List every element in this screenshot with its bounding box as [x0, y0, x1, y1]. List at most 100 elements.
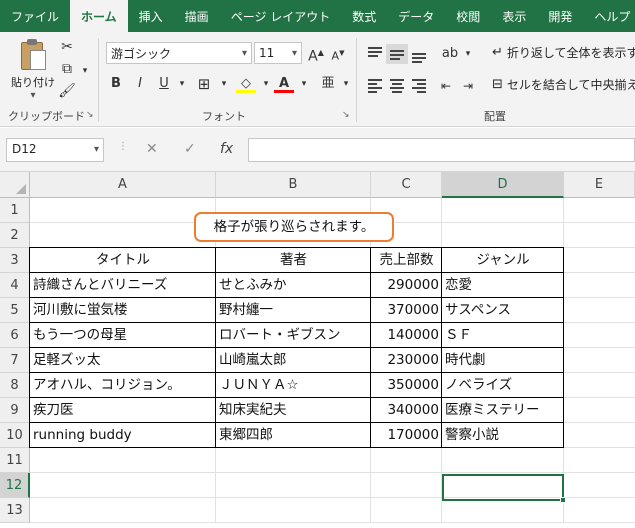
italic-button[interactable]: I [130, 74, 150, 94]
row-header-9[interactable]: 9 [0, 398, 30, 423]
tab-data[interactable]: データ [387, 0, 445, 32]
fill-color-icon[interactable]: ◇ [236, 74, 256, 93]
column-header-b[interactable]: B [216, 172, 371, 198]
tab-file[interactable]: ファイル [0, 0, 70, 32]
tab-view[interactable]: 表示 [491, 0, 537, 32]
underline-dropdown-icon[interactable]: ▾ [172, 74, 192, 94]
font-color-icon[interactable]: A [274, 74, 294, 93]
table-cell[interactable]: 足軽ズッ太 [30, 348, 216, 373]
table-cell[interactable]: 山崎嵐太郎 [216, 348, 371, 373]
row-header-8[interactable]: 8 [0, 373, 30, 398]
font-color-dropdown-icon[interactable]: ▾ [294, 74, 314, 94]
align-right-icon[interactable] [408, 76, 430, 96]
worksheet-grid[interactable]: A B C D E 1 2 3 4 5 6 7 8 9 10 11 12 13 タイトル 著者 売上部数 ジャンル 詩織さん… [0, 172, 635, 528]
row-header-3[interactable]: 3 [0, 248, 30, 273]
align-bottom-icon[interactable] [408, 44, 430, 64]
fill-color-dropdown-icon[interactable]: ▾ [256, 74, 276, 94]
table-header-cell[interactable]: タイトル [30, 248, 216, 273]
select-all-button[interactable] [0, 172, 30, 198]
table-cell[interactable]: 340000 [371, 398, 442, 423]
row-header-2[interactable]: 2 [0, 223, 30, 248]
tab-draw[interactable]: 描画 [174, 0, 220, 32]
row-header-5[interactable]: 5 [0, 298, 30, 323]
row-header-7[interactable]: 7 [0, 348, 30, 373]
table-cell[interactable]: 230000 [371, 348, 442, 373]
active-cell-d12[interactable] [442, 474, 564, 501]
paste-dropdown-icon[interactable]: ▾ [10, 90, 56, 101]
orientation-icon[interactable]: ab [440, 44, 460, 64]
row-header-13[interactable]: 13 [0, 498, 30, 523]
table-cell[interactable]: ＳＦ [442, 323, 564, 348]
font-name-select[interactable]: 游ゴシック ▾ [106, 42, 252, 64]
table-cell[interactable]: 140000 [371, 323, 442, 348]
formula-input[interactable] [248, 138, 635, 162]
tab-review[interactable]: 校閲 [445, 0, 491, 32]
table-cell[interactable]: ＪＵＮＹＡ☆ [216, 373, 371, 398]
row-header-10[interactable]: 10 [0, 423, 30, 448]
fill-handle[interactable] [560, 497, 566, 503]
table-cell[interactable]: running buddy [30, 423, 216, 448]
table-cell[interactable]: 詩織さんとバリニーズ [30, 273, 216, 298]
table-cell[interactable]: 疾刀医 [30, 398, 216, 423]
callout-textbox[interactable]: 格子が張り巡らされます。 [194, 212, 394, 242]
table-cell[interactable]: ロバート・ギブスン [216, 323, 371, 348]
tab-help[interactable]: ヘルプ [583, 0, 635, 32]
align-top-icon[interactable] [364, 44, 386, 64]
bold-button[interactable]: B [106, 74, 126, 94]
table-cell[interactable]: ノベライズ [442, 373, 564, 398]
table-cell[interactable]: 知床実紀夫 [216, 398, 371, 423]
table-cell[interactable]: 恋愛 [442, 273, 564, 298]
enter-icon[interactable]: ✓ [184, 141, 196, 157]
column-header-a[interactable]: A [30, 172, 216, 198]
row-header-1[interactable]: 1 [0, 198, 30, 223]
font-launcher-icon[interactable]: ↘ [342, 110, 350, 120]
underline-button[interactable]: U [154, 74, 174, 94]
tab-insert[interactable]: 挿入 [128, 0, 174, 32]
table-cell[interactable]: 河川敷に蛍気楼 [30, 298, 216, 323]
tab-page-layout[interactable]: ページ レイアウト [220, 0, 342, 32]
table-cell[interactable]: せとふみか [216, 273, 371, 298]
cancel-icon[interactable]: ✕ [146, 141, 158, 157]
clipboard-launcher-icon[interactable]: ↘ [86, 110, 94, 120]
table-cell[interactable]: 170000 [371, 423, 442, 448]
copy-icon[interactable]: ⧉ [58, 60, 76, 78]
table-cell[interactable]: 東郷四郎 [216, 423, 371, 448]
merge-center-button[interactable]: ⊟ セルを結合して中央揃え [492, 76, 635, 93]
tab-developer[interactable]: 開発 [537, 0, 583, 32]
copy-dropdown-icon[interactable]: ▾ [76, 62, 94, 80]
row-header-6[interactable]: 6 [0, 323, 30, 348]
table-header-cell[interactable]: 著者 [216, 248, 371, 273]
align-center-icon[interactable] [386, 76, 408, 96]
phonetic-dropdown-icon[interactable]: ▾ [336, 74, 356, 94]
tab-formulas[interactable]: 数式 [341, 0, 387, 32]
table-header-cell[interactable]: ジャンル [442, 248, 564, 273]
column-header-e[interactable]: E [564, 172, 635, 198]
increase-indent-icon[interactable]: ⇥ [458, 76, 478, 96]
table-cell[interactable]: もう一つの母星 [30, 323, 216, 348]
align-left-icon[interactable] [364, 76, 386, 96]
table-cell[interactable]: 370000 [371, 298, 442, 323]
borders-icon[interactable]: ⊞ [194, 74, 214, 94]
table-cell[interactable]: 医療ミステリー [442, 398, 564, 423]
table-cell[interactable]: 350000 [371, 373, 442, 398]
row-header-11[interactable]: 11 [0, 448, 30, 473]
grow-font-button[interactable]: A▲ [306, 43, 326, 65]
table-header-cell[interactable]: 売上部数 [371, 248, 442, 273]
row-header-4[interactable]: 4 [0, 273, 30, 298]
table-cell[interactable]: 時代劇 [442, 348, 564, 373]
phonetic-guide-icon[interactable]: 亜 [318, 74, 338, 94]
align-middle-icon[interactable] [386, 44, 408, 64]
table-cell[interactable]: サスペンス [442, 298, 564, 323]
wrap-text-button[interactable]: ↵ 折り返して全体を表示する [492, 44, 635, 61]
decrease-indent-icon[interactable]: ⇤ [436, 76, 456, 96]
format-painter-icon[interactable]: 🖌 [58, 82, 76, 100]
table-cell[interactable]: 野村纏一 [216, 298, 371, 323]
orientation-dropdown-icon[interactable]: ▾ [458, 44, 478, 64]
table-cell[interactable]: 警察小説 [442, 423, 564, 448]
borders-dropdown-icon[interactable]: ▾ [214, 74, 234, 94]
tab-home[interactable]: ホーム [70, 0, 128, 32]
shrink-font-button[interactable]: A▼ [328, 43, 348, 63]
table-cell[interactable]: アオハル、コリジョン。 [30, 373, 216, 398]
font-size-select[interactable]: 11 ▾ [254, 42, 302, 64]
cut-icon[interactable]: ✂ [58, 38, 76, 56]
